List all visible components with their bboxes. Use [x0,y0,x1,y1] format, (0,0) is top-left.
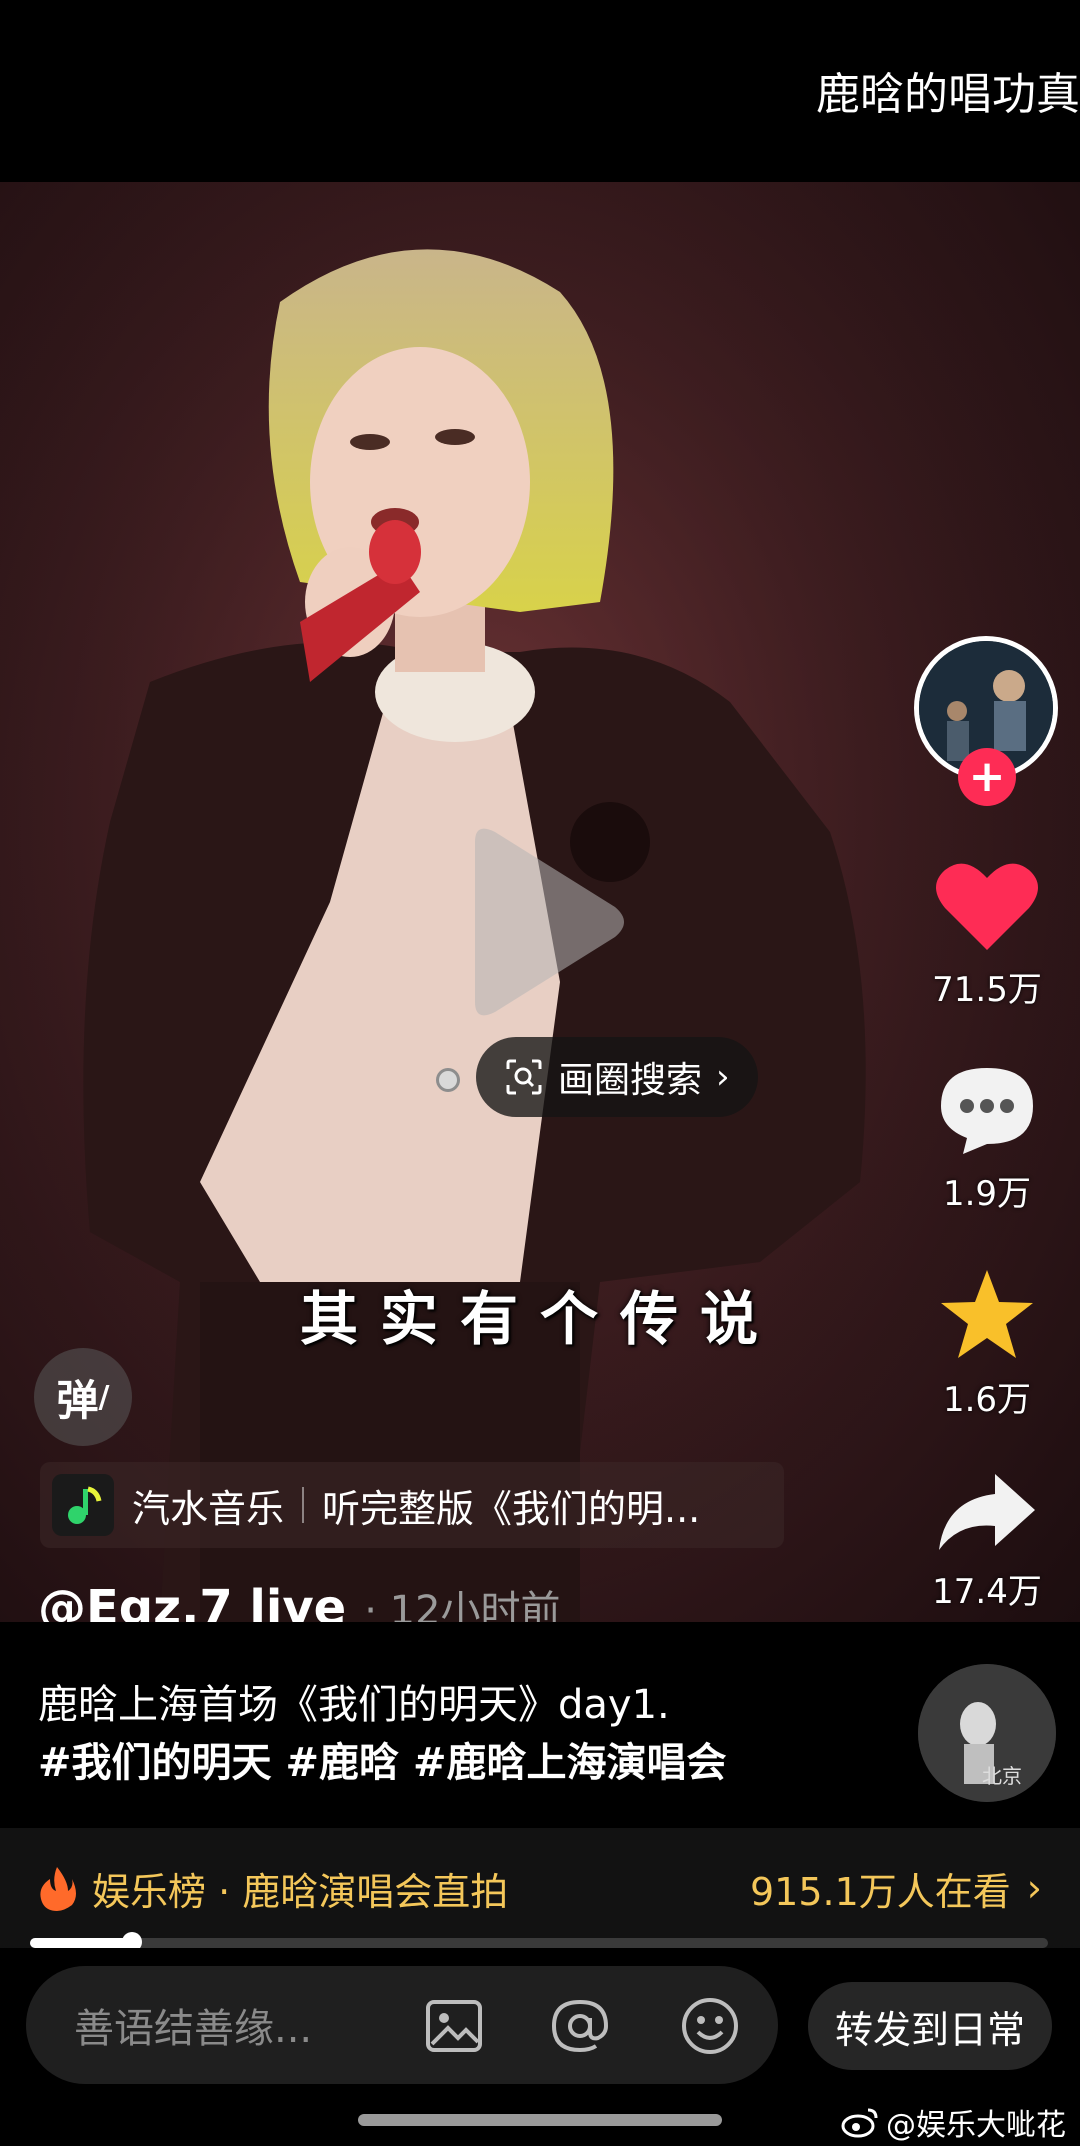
share-arrow-icon [939,1474,1035,1550]
like-count: 71.5万 [932,970,1042,1010]
music-bar[interactable]: 汽水音乐 听完整版《我们的明... [40,1462,784,1548]
video-subtitle: 其实有个传说 [299,1285,780,1353]
hashtag[interactable]: #鹿晗上海演唱会 [413,1730,727,1788]
scan-search-icon [506,1059,542,1095]
watermark-text: @娱乐大呲花 [886,2108,1066,2143]
comment-input-placeholder: 善语结善缘... [74,2006,313,2052]
ranking-title: 娱乐榜 · 鹿晗演唱会直拍 [92,1869,509,1914]
forward-to-daily-button[interactable]: 转发到日常 [808,1982,1052,2070]
video-player[interactable]: 画圈搜索 › 其实有个传说 [0,182,1080,1622]
hashtag[interactable]: #我们的明天 [38,1730,272,1788]
ranking-right: 915.1万人在看 › [750,1861,1042,1916]
at-mention-icon[interactable] [550,1996,610,2056]
like-button[interactable]: 71.5万 [920,860,1054,1011]
music-full-version-link[interactable]: 听完整版《我们的明... [322,1478,700,1533]
weibo-logo-icon [841,2108,878,2138]
image-icon[interactable] [424,1996,484,2056]
comment-button[interactable]: 1.9万 [920,1064,1054,1215]
disc-text: 北京 [982,1764,1022,1788]
music-disc-thumbnail[interactable]: 北京 [918,1664,1056,1802]
search-anchor-dot [436,1068,460,1092]
comment-count: 1.9万 [942,1174,1032,1214]
ranking-bar[interactable]: 娱乐榜 · 鹿晗演唱会直拍 915.1万人在看 › [0,1828,1080,1948]
comment-input[interactable]: 善语结善缘... [26,1966,778,2084]
favorite-button[interactable]: 1.6万 [920,1266,1054,1421]
chevron-right-icon: › [1026,1866,1042,1910]
playback-progress-bar[interactable] [30,1932,1048,1952]
danmu-label: 弹 [56,1375,99,1425]
follow-plus-icon[interactable]: + [958,748,1016,806]
play-icon[interactable] [465,822,635,1022]
chevron-right-icon: › [716,1057,730,1097]
watching-count: 915.1万人在看 [750,1869,1011,1914]
emoji-icon[interactable] [680,1996,740,2056]
heart-icon [936,863,1038,950]
top-bar: 鹿晗的唱功真 [0,0,1080,182]
star-icon [941,1270,1033,1358]
divider [302,1487,305,1523]
favorite-count: 1.6万 [942,1380,1032,1420]
watermark: @娱乐大呲花 [840,2100,1066,2144]
post-caption: 鹿晗上海首场《我们的明天》day1. [38,1682,670,1728]
circle-search-button[interactable]: 画圈搜索 › [476,1037,758,1117]
music-app-name: 汽水音乐 [132,1486,285,1531]
share-button[interactable]: 17.4万 [920,1470,1054,1613]
danmu-toggle-button[interactable]: 弹 / [34,1348,132,1446]
slash-icon: / [98,1379,110,1415]
music-note-icon [52,1474,114,1536]
comment-icon [941,1068,1033,1154]
hashtag[interactable]: #鹿晗 [286,1730,400,1788]
circle-search-label: 画圈搜索 [558,1060,703,1101]
progress-fill [30,1938,132,1948]
share-count: 17.4万 [932,1572,1042,1612]
home-indicator[interactable] [358,2114,722,2126]
hashtag-list: #我们的明天 #鹿晗 #鹿晗上海演唱会 [38,1730,727,1788]
ranking-left: 娱乐榜 · 鹿晗演唱会直拍 [38,1861,508,1916]
fire-icon [40,1867,76,1911]
top-title: 鹿晗的唱功真 [816,69,1080,120]
